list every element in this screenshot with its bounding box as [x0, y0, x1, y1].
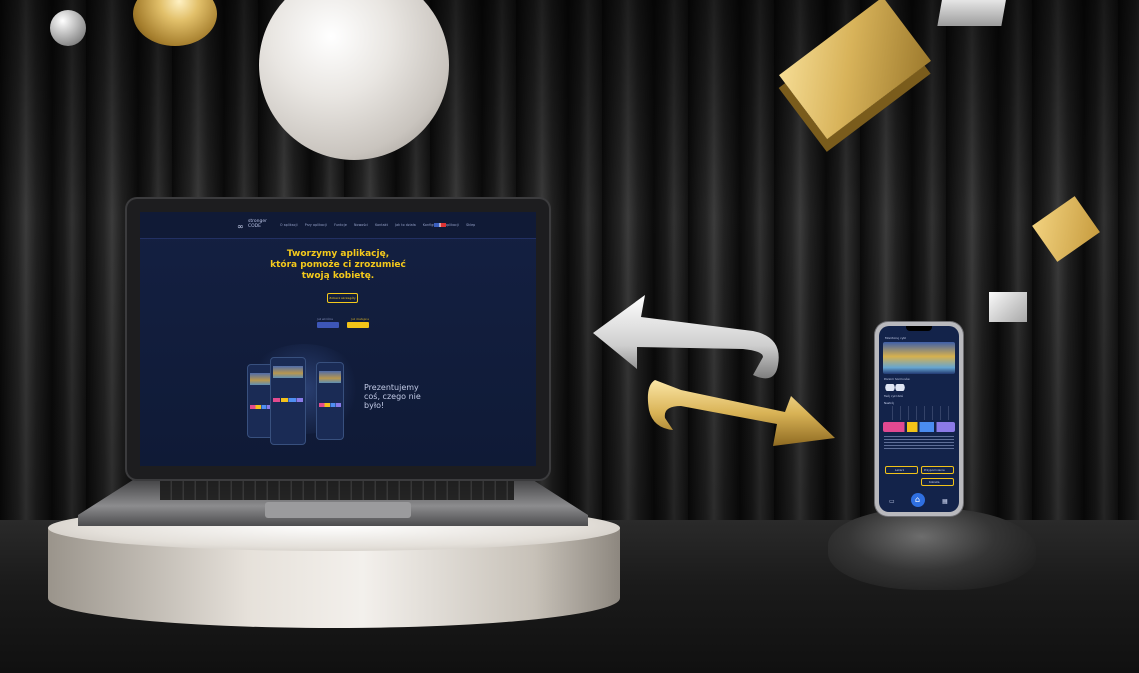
nav-item[interactable]: Sklep	[466, 223, 475, 227]
laptop-keyboard	[160, 480, 514, 500]
nav-item[interactable]: Kontakt	[375, 223, 388, 227]
dial-icons	[885, 384, 905, 391]
dark-stone	[828, 508, 1036, 590]
language-flags-icon[interactable]	[434, 223, 446, 227]
app-header-title: Monitoruj cykl	[885, 336, 907, 340]
tagline-line: Prezentujemy	[364, 383, 419, 392]
hero-line: Tworzymy aplikację,	[286, 249, 390, 259]
nav-item[interactable]: O aplikacji	[280, 223, 298, 227]
phone-preview	[316, 362, 344, 440]
silver-block	[937, 0, 1007, 26]
nav-item[interactable]: Nowości	[354, 223, 368, 227]
phone-notch	[906, 326, 932, 331]
smartphone-screen: Monitoruj cykl Poziom hormonów Twój cykl…	[879, 326, 959, 512]
hero-line: twoją kobietę.	[301, 271, 375, 281]
tagline-line: coś, czego nie	[364, 392, 421, 401]
nav-item[interactable]: Jak to działa	[395, 223, 416, 227]
section-label: Twój cykl dziś	[884, 394, 903, 398]
calendar-grid	[885, 406, 953, 420]
cta-button[interactable]: Zobacz szczegóły	[327, 293, 358, 303]
tagline-line: było!	[364, 401, 385, 410]
description-text	[884, 436, 954, 450]
laptop-trackpad	[265, 502, 411, 518]
hormone-chart	[883, 342, 955, 374]
mockup-scene: ∞ stronger CODE O aplikacji Przy aplikac…	[0, 0, 1139, 673]
hero-line: która pomoże ci zrozumieć	[270, 260, 406, 270]
store-label: Już dostępna	[351, 317, 369, 321]
app-store-badge[interactable]	[317, 322, 339, 328]
website-menu: O aplikacji Przy aplikacji Funkcje Nowoś…	[280, 223, 481, 227]
app-button[interactable]: Przypomnienie	[921, 466, 954, 474]
laptop-screen: ∞ stronger CODE O aplikacji Przy aplikac…	[140, 212, 536, 466]
nav-item[interactable]: Funkcje	[334, 223, 347, 227]
silver-cube	[989, 292, 1027, 322]
home-icon[interactable]: ⌂	[911, 493, 925, 507]
app-button[interactable]: Kobieta	[921, 478, 954, 486]
silver-sphere	[50, 10, 86, 46]
calendar-tab-icon[interactable]: ▭	[889, 498, 895, 505]
section-label: Nastrój	[884, 401, 894, 405]
store-label: Już wkrótce	[317, 317, 334, 321]
app-button[interactable]: Lekarz	[885, 466, 918, 474]
gold-arrow	[647, 380, 835, 446]
section-label: Poziom hormonów	[884, 377, 910, 381]
app-button-group: Lekarz Przypomnienie Kobieta	[885, 466, 954, 486]
nav-item[interactable]: Przy aplikacji	[305, 223, 327, 227]
website-tagline: Prezentujemy coś, czego nie było!	[364, 383, 444, 410]
mood-pills[interactable]	[883, 422, 955, 432]
silver-arrow	[593, 295, 779, 379]
stats-tab-icon[interactable]: ▦	[942, 498, 948, 505]
phone-preview	[270, 357, 306, 445]
infinity-logo-icon: ∞	[237, 222, 244, 231]
hero-heading: Tworzymy aplikację, która pomoże ci zroz…	[200, 249, 476, 282]
website-brand[interactable]: stronger CODE	[248, 219, 267, 229]
website-navbar: ∞ stronger CODE O aplikacji Przy aplikac…	[140, 212, 536, 239]
google-play-badge[interactable]	[347, 322, 369, 328]
brand-large: CODE	[248, 224, 261, 229]
